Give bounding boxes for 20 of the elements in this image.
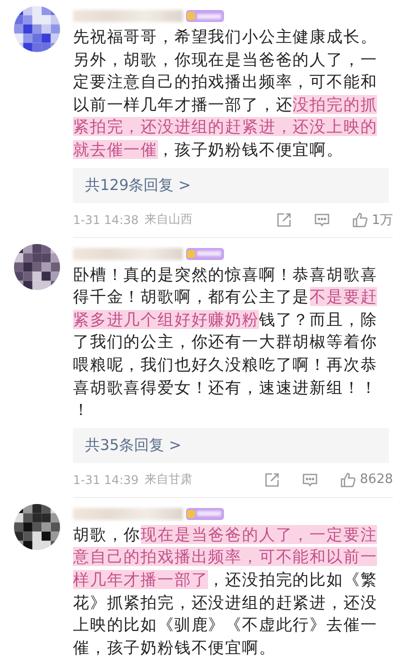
comment-icon[interactable] bbox=[314, 212, 330, 228]
comment-time: 1-31 14:39 bbox=[73, 472, 139, 487]
replies-link[interactable]: 共35条回复 > bbox=[73, 428, 389, 463]
replies-link[interactable]: 共129条回复 > bbox=[73, 168, 389, 203]
fan-badge bbox=[186, 508, 224, 520]
fan-badge bbox=[186, 248, 224, 260]
share-icon[interactable] bbox=[264, 472, 280, 488]
thumbs-up-icon bbox=[352, 212, 368, 228]
thumbs-up-icon bbox=[340, 472, 356, 488]
comment-icon[interactable] bbox=[302, 472, 318, 488]
comment-location: 来自山西 bbox=[144, 211, 193, 228]
like-button[interactable]: 8628 bbox=[340, 472, 393, 488]
comment-location: 来自甘肃 bbox=[144, 471, 193, 488]
comment-text: 先祝福哥哥，希望我们小公主健康成长。另外，胡歌，你现在是当爸爸的人了，一定要注意自己的拍戏播出频率，可不能和以前一样几年才播一部了，还没拍完的抓紧拍完，还没进组的赶紧进，还没上映的就去催一催，孩子奶粉钱不便宜啊。 bbox=[73, 26, 378, 161]
comment-text: 胡歌，你现在是当爸爸的人了，一定要注意自己的拍戏播出频率，可不能和以前一样几年才播一部了，还没拍完的比如《繁花》抓紧拍完，还没进组的赶紧进，还没上映的比如《驯鹿》《不虚此行》去催一催，孩子奶粉钱不便宜啊。 bbox=[73, 524, 378, 659]
comment-time: 1-31 14:38 bbox=[73, 212, 139, 227]
share-icon[interactable] bbox=[276, 212, 292, 228]
fan-badge bbox=[186, 10, 224, 22]
comment-text: 卧槽！真的是突然的惊喜啊！恭喜胡歌喜得千金！胡歌啊，都有公主了是不是要赶紧多进几个组好好赚奶粉钱了？而且，除了我们的公主，你还有一大群胡椒等着你喂粮呢，我们也好久没粮吃了啊！再次恭喜胡歌喜得爱女！还有，速速进新组！！！ bbox=[73, 264, 378, 422]
like-button[interactable]: 1万 bbox=[352, 210, 393, 229]
